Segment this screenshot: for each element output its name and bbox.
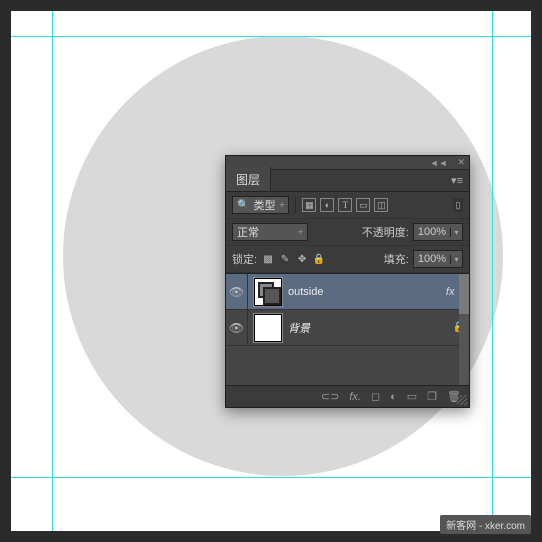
guide-vertical[interactable] — [52, 11, 53, 531]
filter-toggle[interactable]: ▯ — [453, 198, 463, 212]
group-icon[interactable]: ▭ — [407, 390, 417, 403]
fill-label: 填充: — [384, 251, 409, 267]
blend-row: 正常 ÷ 不透明度: 100% ▾ — [226, 219, 469, 246]
watermark: 新客网 - xker.com — [440, 515, 531, 534]
chevron-down-icon: ÷ — [298, 227, 303, 237]
layer-filter-kind[interactable]: 🔍 类型 ÷ — [232, 196, 289, 214]
layer-mask-icon[interactable]: ◻ — [371, 390, 380, 403]
layers-list: 👁 outside fx ▾ 👁 背景 🔒 — [226, 273, 469, 385]
close-icon[interactable]: ✕ — [457, 157, 465, 168]
layer-row[interactable]: 👁 outside fx ▾ — [226, 274, 469, 310]
fill-input[interactable]: 100% ▾ — [413, 250, 463, 268]
layer-name[interactable]: outside — [288, 286, 446, 298]
opacity-value: 100% — [414, 226, 450, 238]
fx-indicator[interactable]: fx — [446, 286, 455, 298]
scrollbar[interactable] — [459, 274, 469, 385]
resize-grip[interactable] — [457, 395, 467, 405]
fill-scrub-icon[interactable]: ▾ — [450, 255, 462, 264]
fill-value: 100% — [414, 253, 450, 265]
lock-pixels-icon[interactable]: ✎ — [278, 252, 292, 266]
filter-kind-label: 类型 — [253, 197, 275, 213]
panel-menu-icon[interactable]: ▾≡ — [445, 170, 469, 191]
collapse-icon[interactable]: ◄◄ — [430, 158, 448, 168]
tab-layers[interactable]: 图层 — [226, 167, 271, 191]
filter-type-icon[interactable]: T — [338, 198, 352, 212]
layers-panel: ◄◄ ✕ 图层 ▾≡ 🔍 类型 ÷ ▦ ◐ T ▭ ◫ ▯ 正常 ÷ 不透明度:… — [225, 155, 470, 408]
lock-position-icon[interactable]: ✥ — [295, 252, 309, 266]
lock-all-icon[interactable]: 🔒 — [312, 252, 326, 266]
opacity-input[interactable]: 100% ▾ — [413, 223, 463, 241]
filter-adjust-icon[interactable]: ◐ — [320, 198, 334, 212]
search-icon: 🔍 — [237, 200, 249, 211]
visibility-toggle[interactable]: 👁 — [226, 310, 248, 345]
panel-footer: ⊂⊃ fx. ◻ ◐ ▭ ❐ 🗑 — [226, 385, 469, 407]
filter-row: 🔍 类型 ÷ ▦ ◐ T ▭ ◫ ▯ — [226, 192, 469, 219]
layer-thumbnail[interactable] — [254, 278, 282, 306]
opacity-scrub-icon[interactable]: ▾ — [450, 228, 462, 237]
eye-icon: 👁 — [229, 285, 244, 299]
lock-row: 锁定: ▩ ✎ ✥ 🔒 填充: 100% ▾ — [226, 246, 469, 273]
chevron-down-icon: ÷ — [279, 200, 284, 210]
adjustment-layer-icon[interactable]: ◐ — [390, 391, 397, 403]
link-layers-icon[interactable]: ⊂⊃ — [321, 390, 339, 403]
lock-label: 锁定: — [232, 251, 257, 267]
layer-row[interactable]: 👁 背景 🔒 — [226, 310, 469, 346]
filter-shape-icon[interactable]: ▭ — [356, 198, 370, 212]
opacity-label: 不透明度: — [362, 224, 409, 240]
scrollbar-thumb[interactable] — [459, 274, 469, 314]
filter-smart-icon[interactable]: ◫ — [374, 198, 388, 212]
layer-name[interactable]: 背景 — [288, 320, 453, 336]
lock-transparency-icon[interactable]: ▩ — [261, 252, 275, 266]
layer-style-icon[interactable]: fx. — [349, 391, 361, 403]
guide-horizontal[interactable] — [11, 36, 531, 37]
filter-pixel-icon[interactable]: ▦ — [302, 198, 316, 212]
new-layer-icon[interactable]: ❐ — [427, 390, 437, 403]
lock-icons: ▩ ✎ ✥ 🔒 — [261, 252, 326, 266]
blend-mode-value: 正常 — [237, 224, 259, 240]
visibility-toggle[interactable]: 👁 — [226, 274, 248, 309]
guide-vertical[interactable] — [492, 11, 493, 531]
layer-thumbnail[interactable] — [254, 314, 282, 342]
blend-mode-dropdown[interactable]: 正常 ÷ — [232, 223, 308, 241]
eye-icon: 👁 — [229, 321, 244, 335]
guide-horizontal[interactable] — [11, 477, 531, 478]
panel-tabbar: 图层 ▾≡ — [226, 170, 469, 192]
